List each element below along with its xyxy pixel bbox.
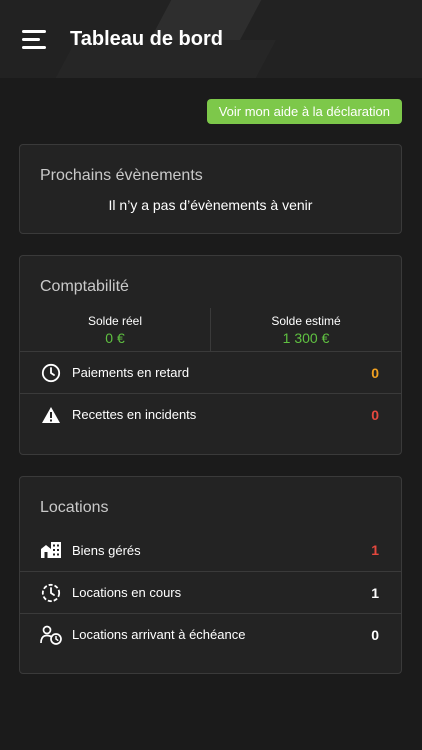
ongoing-rentals-label: Locations en cours	[72, 585, 182, 600]
ongoing-rentals-count: 1	[371, 584, 379, 601]
late-payments-row[interactable]: Paiements en retard 0	[20, 351, 401, 393]
rentals-card: Locations Biens gérés 1 Locations en cou…	[19, 476, 402, 674]
balances-row: Solde réel 0 € Solde estimé 1 300 €	[20, 308, 401, 351]
page-title: Tableau de bord	[70, 28, 223, 50]
accounting-card: Comptabilité Solde réel 0 € Solde estimé…	[19, 255, 402, 455]
person-clock-icon	[40, 624, 62, 646]
upcoming-events-card: Prochains évènements Il n’y a pas d’évèn…	[19, 144, 402, 234]
warning-icon	[40, 404, 62, 426]
expiring-rentals-count: 0	[371, 626, 379, 643]
late-payments-count: 0	[371, 364, 379, 381]
real-balance-label: Solde réel	[87, 314, 143, 328]
buildings-icon	[40, 539, 62, 561]
estimated-balance-value: 1 300 €	[282, 330, 330, 346]
real-balance-value: 0 €	[105, 330, 125, 346]
managed-properties-label: Biens gérés	[72, 542, 141, 558]
app-header: Tableau de bord	[0, 0, 422, 78]
managed-properties-count: 1	[371, 542, 379, 558]
managed-properties-row[interactable]: Biens gérés 1	[20, 529, 401, 571]
incident-receipts-row[interactable]: Recettes en incidents 0	[20, 393, 401, 435]
events-empty-text: Il n’y a pas d’évènements à venir	[108, 197, 313, 213]
clock-dashed-icon	[40, 582, 62, 604]
incident-receipts-label: Recettes en incidents	[72, 407, 197, 422]
estimated-balance: Solde estimé 1 300 €	[210, 308, 401, 351]
real-balance: Solde réel 0 €	[20, 308, 210, 351]
rentals-title: Locations	[40, 499, 109, 516]
accounting-title: Comptabilité	[40, 278, 129, 295]
hamburger-menu-icon[interactable]	[22, 30, 46, 50]
declaration-help-button[interactable]: Voir mon aide à la déclaration	[206, 99, 402, 124]
events-title: Prochains évènements	[40, 167, 203, 184]
expiring-rentals-label: Locations arrivant à échéance	[72, 627, 246, 642]
ongoing-rentals-row[interactable]: Locations en cours 1	[20, 571, 401, 613]
expiring-rentals-row[interactable]: Locations arrivant à échéance 0	[20, 613, 401, 655]
incident-receipts-count: 0	[371, 406, 379, 423]
late-payments-label: Paiements en retard	[72, 365, 190, 380]
estimated-balance-label: Solde estimé	[271, 314, 341, 328]
clock-icon	[40, 362, 62, 384]
